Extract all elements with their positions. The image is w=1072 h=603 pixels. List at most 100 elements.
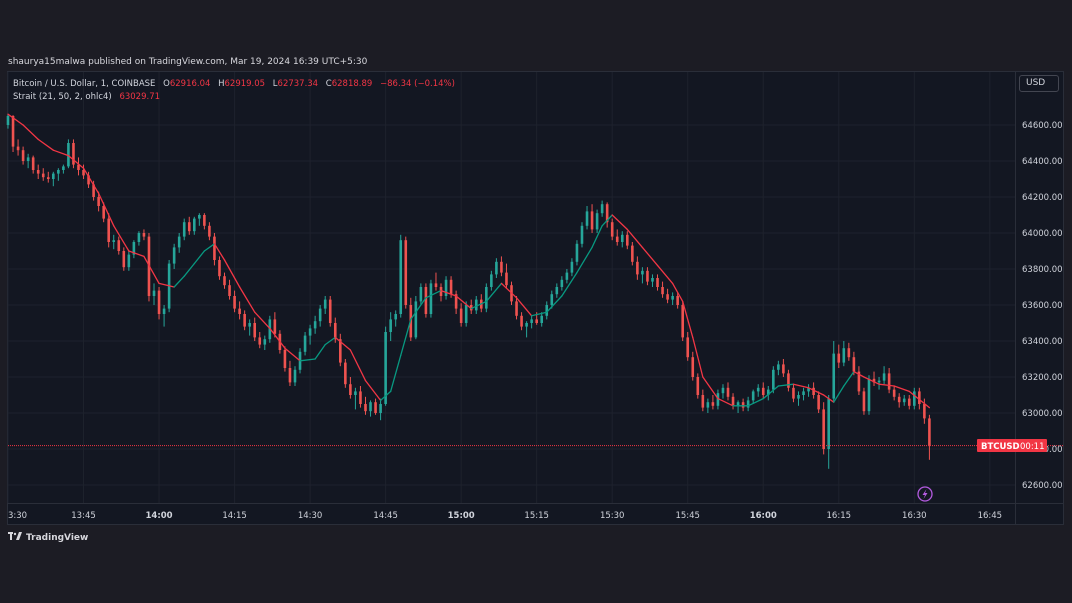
- candle-body: [434, 283, 438, 287]
- price-axis[interactable]: 64600.00 64400.00 64200.00 64000.00 63800.00…: [8, 72, 1064, 524]
- candle-body: [721, 387, 725, 394]
- candle-body: [812, 387, 815, 395]
- candle-body: [273, 319, 277, 334]
- candle-body: [570, 261, 574, 273]
- candle-body: [777, 364, 780, 370]
- strait-line-segment: [128, 250, 145, 258]
- price-tag-countdown: 00:11: [1020, 442, 1045, 452]
- legend-row-symbol: Bitcoin / U.S. Dollar, 1, COINBASE O6291…: [13, 78, 455, 91]
- strait-line-segment: [254, 311, 271, 330]
- time-axis-tick-label: 15:45: [675, 511, 700, 521]
- candle-body: [741, 402, 745, 408]
- candle-body: [681, 305, 684, 338]
- candle-body: [419, 287, 423, 302]
- candle-body: [344, 362, 347, 385]
- candle-body: [726, 387, 730, 397]
- time-axis-tick-label: 16:45: [978, 511, 1003, 521]
- candle-body: [691, 357, 695, 377]
- candle-body: [615, 236, 619, 242]
- candle-body: [218, 260, 221, 277]
- candle-body: [802, 391, 805, 395]
- candle-body: [671, 296, 674, 300]
- candle-body: [867, 378, 871, 412]
- candle-body: [328, 299, 332, 323]
- candle-body: [293, 369, 297, 383]
- candle-body: [575, 243, 579, 262]
- strait-line-segment: [611, 214, 628, 231]
- candle-body: [157, 290, 161, 314]
- candle-body: [389, 319, 392, 332]
- candle-body: [31, 157, 35, 170]
- candle-body: [666, 294, 669, 300]
- candle-body: [751, 391, 755, 401]
- strait-line-segment: [702, 376, 719, 400]
- candle-body: [429, 283, 433, 314]
- candle-body: [923, 404, 926, 419]
- candle-body: [112, 240, 116, 242]
- candle-body: [354, 391, 357, 395]
- candle-body: [46, 177, 50, 179]
- candle-body: [11, 116, 15, 147]
- price-axis-tick-label: 63200.00: [1022, 373, 1063, 383]
- chart-legend: Bitcoin / U.S. Dollar, 1, COINBASE O6291…: [13, 78, 455, 104]
- brand-name: TradingView: [26, 532, 89, 543]
- candle-body: [485, 287, 488, 309]
- strait-line-segment: [284, 347, 301, 362]
- candle-body: [26, 157, 30, 161]
- candle-body: [686, 337, 690, 358]
- candle-body: [313, 321, 317, 329]
- candle-body: [223, 276, 226, 286]
- strait-line-segment: [97, 192, 115, 227]
- candle-body: [369, 402, 372, 412]
- candle-body: [213, 236, 216, 260]
- candle-body: [152, 290, 156, 296]
- strait-line-segment: [656, 264, 674, 285]
- candle-body: [238, 308, 241, 314]
- candle-body: [208, 225, 211, 237]
- strait-line-segment: [425, 289, 442, 299]
- strait-line-segment: [807, 387, 825, 396]
- candle-body: [288, 368, 292, 383]
- strait-line-segment: [792, 383, 810, 389]
- candle-body: [182, 222, 186, 237]
- lightning-icon[interactable]: [917, 486, 933, 502]
- time-axis-tick-label: 14:00: [146, 511, 173, 521]
- currency-button[interactable]: USD: [1019, 75, 1059, 92]
- candle-body: [318, 308, 322, 322]
- candle-body: [580, 225, 584, 244]
- strait-line-segment: [843, 370, 855, 387]
- strait-line-segment: [143, 255, 160, 285]
- candle-body: [696, 377, 700, 395]
- candle-body: [661, 287, 664, 295]
- candle-body: [928, 418, 931, 446]
- legend-row-indicator[interactable]: Strait (21, 50, 2, ohlc4) 63029.71: [13, 91, 455, 104]
- strait-line-segment: [893, 385, 910, 393]
- legend-close-value: 62818.89: [331, 79, 373, 89]
- strait-line-segment: [193, 250, 206, 265]
- strait-indicator-line: [7, 113, 931, 409]
- candle-body: [137, 233, 141, 242]
- time-axis[interactable]: 3:30 13:45 14:00 14:15 14:30 14:45 15:00 15:15 1…: [8, 511, 1002, 521]
- candle-body: [862, 391, 866, 412]
- time-axis-tick-label: 13:45: [71, 511, 96, 521]
- candle-body: [761, 387, 765, 395]
- brand-logo[interactable]: TradingView: [8, 532, 88, 543]
- strait-line-segment: [223, 259, 241, 288]
- candle-body: [610, 222, 614, 237]
- candle-body: [852, 357, 856, 372]
- legend-symbol: Bitcoin / U.S. Dollar, 1, COINBASE: [13, 79, 156, 89]
- candle-body: [913, 391, 916, 406]
- candle-body: [243, 314, 246, 327]
- candle-body: [424, 287, 428, 314]
- candle-body: [515, 301, 518, 316]
- time-axis-tick-label: 15:00: [448, 511, 475, 521]
- candle-body: [787, 373, 790, 388]
- tradingview-logo-icon: [8, 532, 22, 543]
- candle-body: [842, 348, 846, 363]
- price-axis-tick-label: 63800.00: [1022, 265, 1063, 275]
- strait-line-segment: [238, 286, 256, 313]
- candle-body: [16, 146, 20, 151]
- strait-line-segment: [863, 376, 880, 385]
- candle-body: [892, 389, 896, 397]
- candle-body: [464, 305, 468, 323]
